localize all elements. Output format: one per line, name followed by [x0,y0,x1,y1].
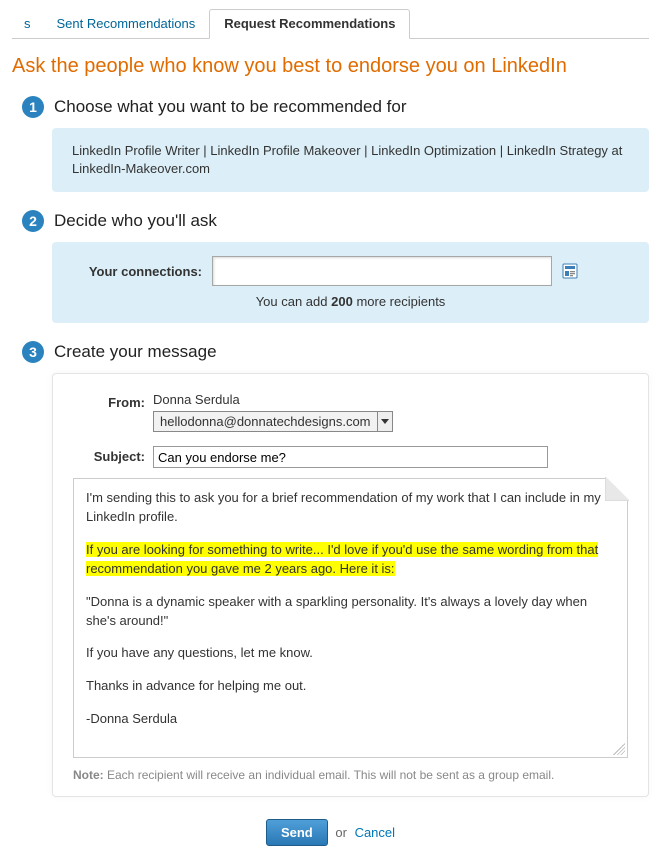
actions-row: Send or Cancel [12,819,649,846]
msg-para-5: Thanks in advance for helping me out. [86,677,615,696]
connections-label: Your connections: [72,264,202,279]
recipients-note: You can add 200 more recipients [72,294,629,309]
tab-request-recommendations[interactable]: Request Recommendations [209,9,410,39]
msg-para-4: If you have any questions, let me know. [86,644,615,663]
from-name: Donna Serdula [153,392,393,407]
message-body[interactable]: I'm sending this to ask you for a brief … [73,478,628,758]
connections-input[interactable] [212,256,552,286]
step-3-badge: 3 [22,341,44,363]
step-1: 1 Choose what you want to be recommended… [22,96,649,192]
resize-handle-icon[interactable] [613,743,625,755]
step-3-title: Create your message [54,342,217,362]
step-2-panel: Your connections: You can add 200 more r… [52,242,649,323]
msg-para-6: -Donna Serdula [86,710,615,729]
subject-label: Subject: [73,446,153,464]
step-2-title: Decide who you'll ask [54,211,217,231]
msg-para-highlight: If you are looking for something to writ… [86,541,615,579]
or-text: or [335,825,350,840]
msg-para-1: I'm sending this to ask you for a brief … [86,489,615,527]
chevron-down-icon [377,412,392,431]
from-label: From: [73,392,153,410]
note-text: Note: Each recipient will receive an ind… [73,768,628,782]
address-book-icon[interactable] [562,263,578,279]
tab-truncated[interactable]: s [12,10,43,38]
step-1-title: Choose what you want to be recommended f… [54,97,406,117]
tab-sent-recommendations[interactable]: Sent Recommendations [43,10,210,38]
subject-input[interactable] [153,446,548,468]
page-corner-icon [605,477,629,501]
position-text: LinkedIn Profile Writer | LinkedIn Profi… [72,142,629,178]
from-email-value: hellodonna@donnatechdesigns.com [154,412,377,431]
msg-para-3: "Donna is a dynamic speaker with a spark… [86,593,615,631]
step-1-badge: 1 [22,96,44,118]
step-2: 2 Decide who you'll ask Your connections… [22,210,649,323]
cancel-link[interactable]: Cancel [355,825,395,840]
send-button[interactable]: Send [266,819,328,846]
step-3-panel: From: Donna Serdula hellodonna@donnatech… [52,373,649,797]
step-3: 3 Create your message From: Donna Serdul… [22,341,649,797]
page-headline: Ask the people who know you best to endo… [12,55,649,78]
tabs-bar: s Sent Recommendations Request Recommend… [12,8,649,39]
from-email-select[interactable]: hellodonna@donnatechdesigns.com [153,411,393,432]
step-2-badge: 2 [22,210,44,232]
message-body-wrap: I'm sending this to ask you for a brief … [73,478,628,758]
step-1-panel: LinkedIn Profile Writer | LinkedIn Profi… [52,128,649,192]
